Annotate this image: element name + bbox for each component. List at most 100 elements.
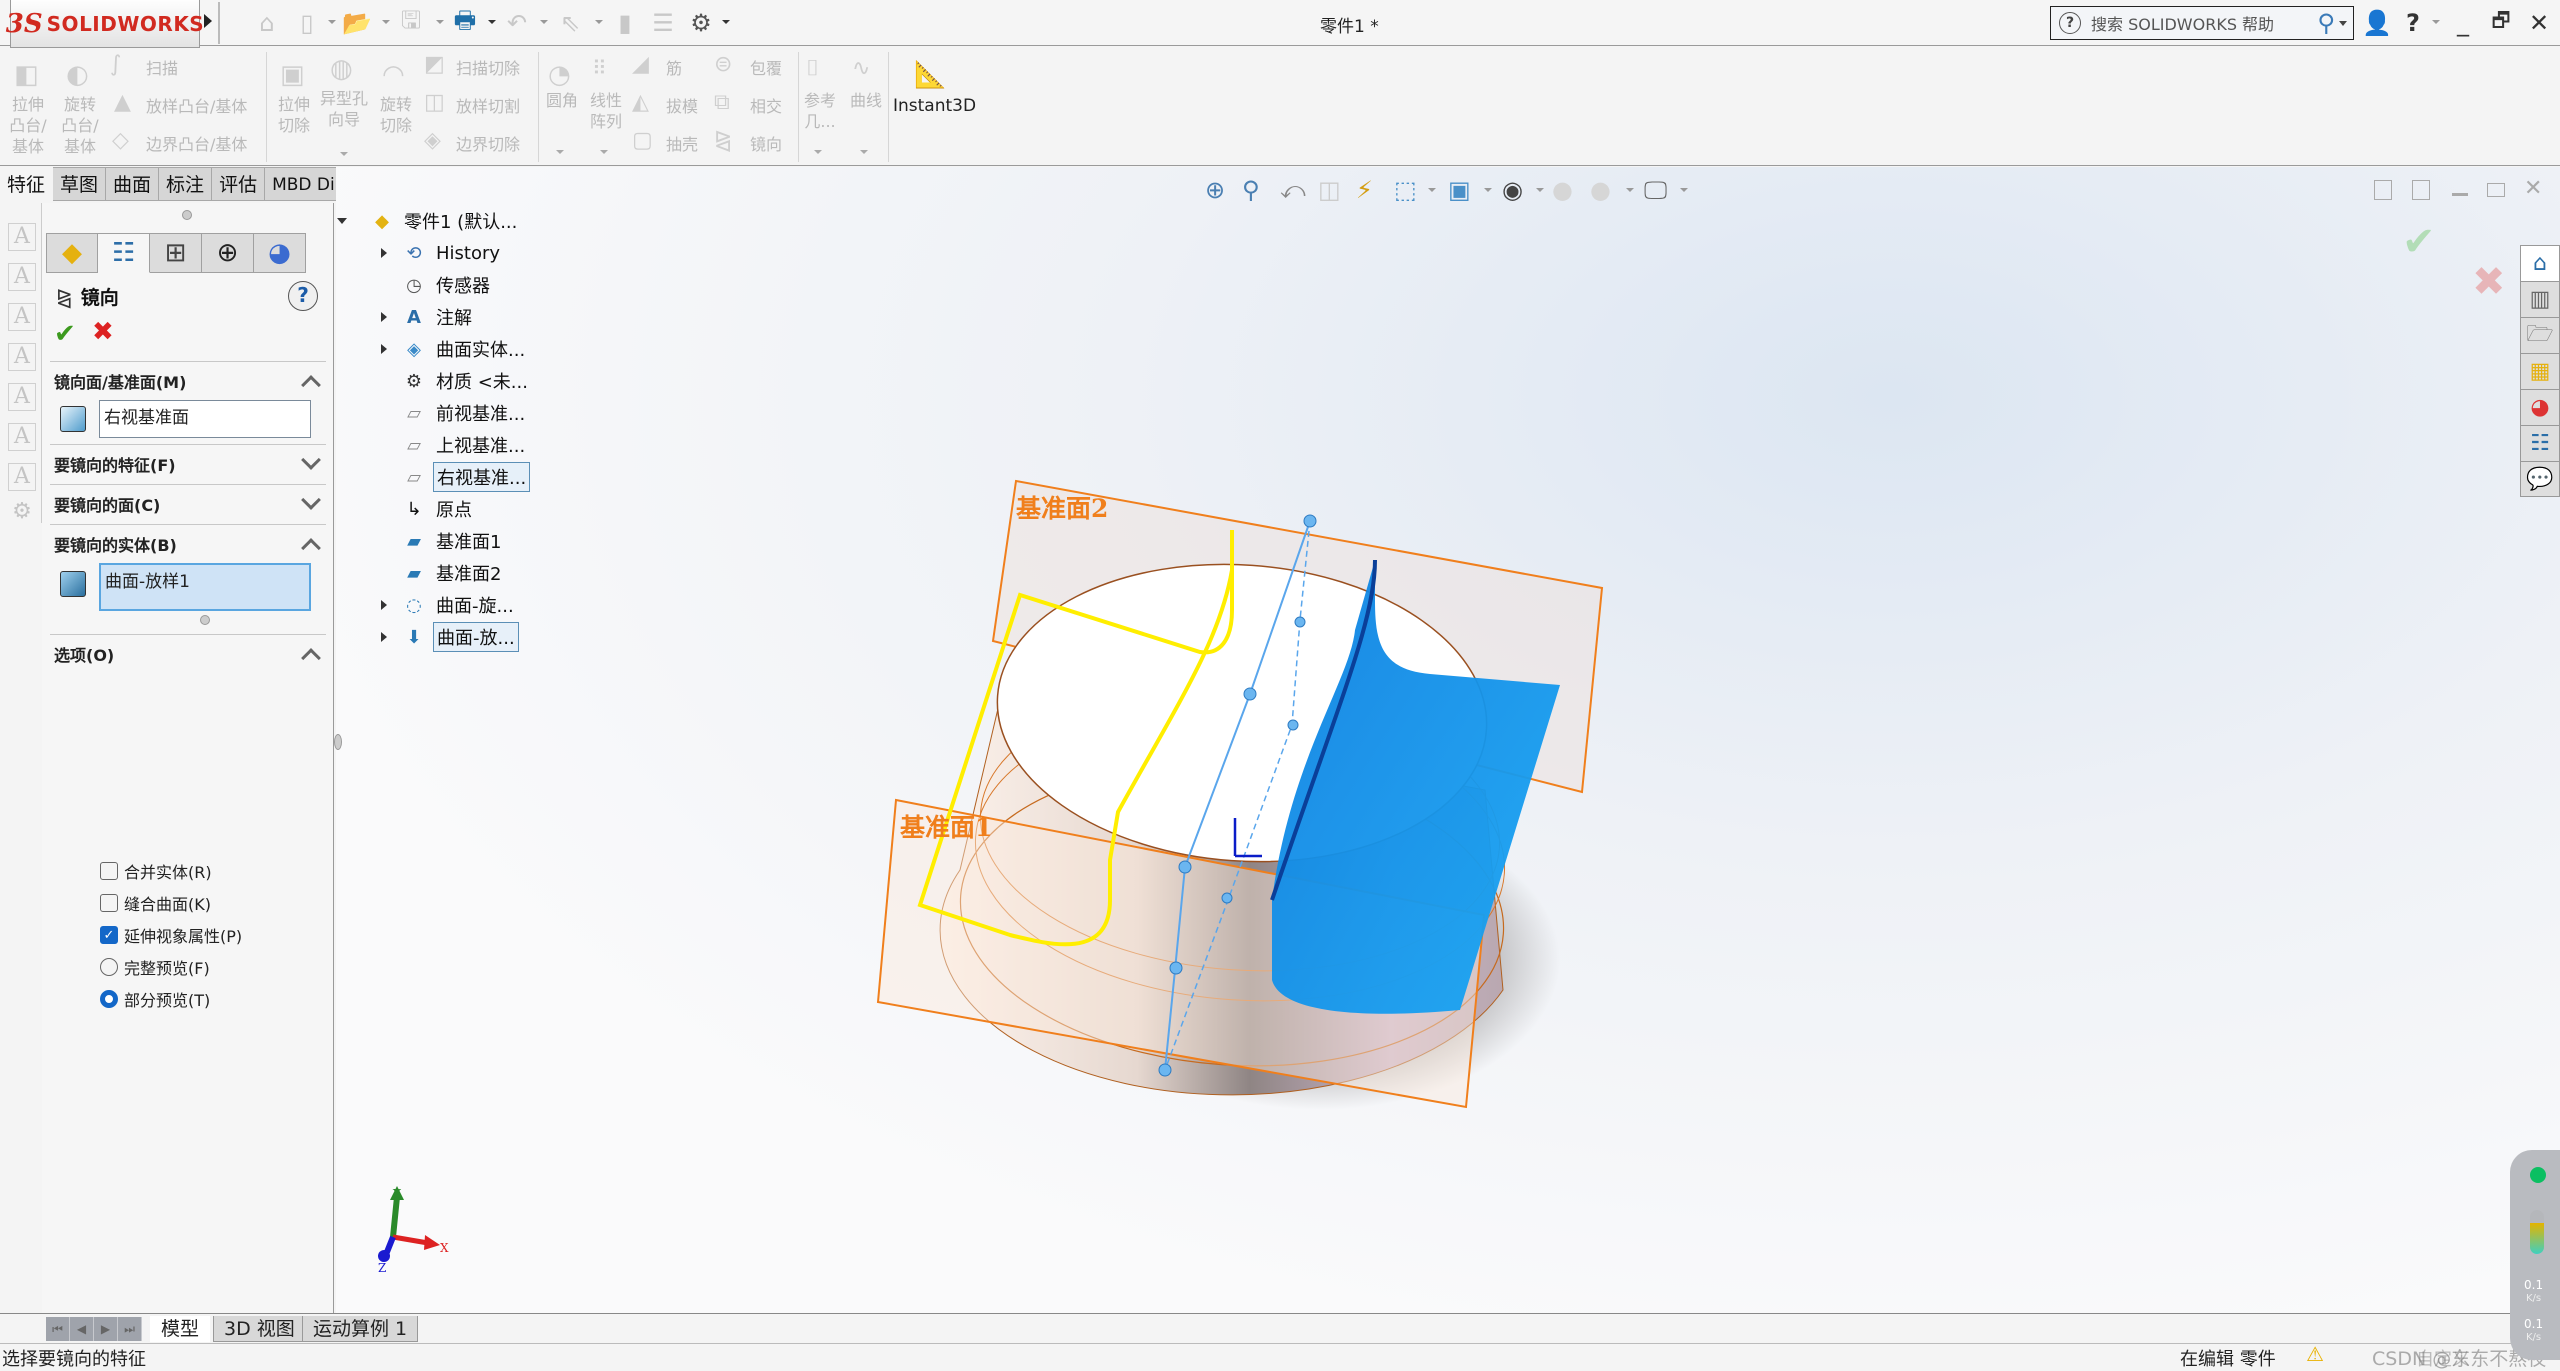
mirror-button[interactable]: 镜向 — [750, 134, 782, 155]
wrap-button[interactable]: 包覆 — [750, 58, 782, 79]
checkbox-box[interactable] — [100, 862, 118, 880]
tree-item-right-plane[interactable]: ▱ 右视基准... — [345, 462, 531, 492]
solidworks-logo-button[interactable]: 3S SOLIDWORKS — [6, 0, 204, 48]
fillet-dropdown-arrow[interactable] — [556, 150, 564, 154]
home-icon[interactable]: ⌂ — [252, 8, 282, 38]
expand-arrow-icon[interactable] — [381, 632, 387, 642]
tree-item-part[interactable]: ◆ 零件1 (默认... — [337, 207, 520, 235]
display-style-icon[interactable]: ▣ — [1448, 176, 1471, 204]
extrude-cut-button[interactable]: 拉伸 切除 — [274, 94, 314, 136]
tree-item-history[interactable]: ⟲ History — [345, 239, 503, 267]
list-resize-handle[interactable] — [200, 615, 210, 625]
tree-item-plane1[interactable]: ▰ 基准面1 — [345, 527, 504, 555]
chevron-up-icon[interactable] — [301, 538, 321, 558]
display-manager-icon[interactable]: ◕ — [254, 233, 306, 273]
view-settings-icon[interactable]: 🖵 — [1644, 176, 1667, 204]
propagate-visual-properties-checkbox[interactable]: ✓ 延伸视象属性(P) — [100, 923, 242, 947]
loft-cut-button[interactable]: 放样切割 — [456, 96, 520, 117]
search-input[interactable]: 搜索 SOLIDWORKS 帮助 — [2091, 11, 2317, 35]
tree-item-annotations[interactable]: A 注解 — [345, 303, 475, 331]
new-document-icon[interactable]: ▯ — [292, 8, 322, 38]
panel-grip-handle[interactable] — [182, 210, 192, 220]
tab-model[interactable]: 模型 — [150, 1316, 211, 1342]
reference-geometry-dropdown-arrow[interactable] — [814, 150, 822, 154]
ok-button[interactable]: ✔ — [54, 319, 76, 349]
bodies-group-header[interactable]: 要镜向的实体(B) — [50, 525, 326, 563]
merge-bodies-checkbox[interactable]: 合并实体(R) — [100, 859, 212, 883]
extrude-boss-button[interactable]: 拉伸 凸台/ 基体 — [8, 94, 48, 157]
user-account-icon[interactable]: 👤 — [2362, 4, 2392, 42]
tab-sketch[interactable]: 草图 — [53, 167, 107, 201]
tab-markup[interactable]: 标注 — [159, 167, 213, 201]
help-button[interactable]: ? — [288, 281, 318, 311]
tree-item-material[interactable]: ⚙ 材质 <未... — [345, 367, 531, 395]
minimize-button[interactable]: _ — [2448, 4, 2478, 42]
next-tab-button[interactable]: ▶ — [94, 1317, 118, 1341]
boundary-cut-button[interactable]: 边界切除 — [456, 134, 520, 155]
file-explorer-icon[interactable]: 🗁 — [2520, 317, 2560, 353]
propertymanager-icon[interactable]: ☷ — [98, 233, 150, 273]
tree-item-surface-loft[interactable]: ⬇ 曲面-放... — [345, 622, 519, 652]
tab-features[interactable]: 特征 — [0, 167, 54, 201]
network-monitor-widget[interactable]: 0.1 K/s 0.1 K/s — [2510, 1150, 2560, 1360]
print-icon[interactable]: 🖶 — [450, 6, 480, 38]
tile-right-icon[interactable] — [2412, 180, 2430, 200]
bodies-to-mirror-field[interactable]: 曲面-放样1 — [99, 563, 311, 611]
hide-show-icon[interactable]: ◉ — [1502, 176, 1523, 204]
open-dropdown-arrow[interactable] — [382, 20, 390, 24]
smart-dimension-icon[interactable]: A — [8, 223, 36, 251]
save-icon[interactable]: 🖫 — [396, 6, 426, 38]
zoom-to-fit-icon[interactable]: ⊕ — [1205, 176, 1225, 204]
note-toggle-icon[interactable]: A — [8, 383, 36, 411]
note-link-icon[interactable]: A — [8, 303, 36, 331]
linear-pattern-dropdown-arrow[interactable] — [600, 150, 608, 154]
select-icon[interactable]: ⇖ — [555, 8, 585, 38]
shell-button[interactable]: 抽壳 — [666, 134, 698, 155]
undo-dropdown-arrow[interactable] — [540, 20, 548, 24]
forum-icon[interactable]: 💬 — [2520, 461, 2560, 497]
view-settings-dropdown-arrow[interactable] — [1680, 188, 1688, 192]
expand-arrow-icon[interactable] — [381, 344, 387, 354]
hole-wizard-dropdown-arrow[interactable] — [340, 152, 348, 156]
checkbox-box[interactable] — [100, 894, 118, 912]
file-properties-icon[interactable]: ☰ — [648, 8, 678, 38]
partial-preview-radio[interactable]: 部分预览(T) — [100, 987, 210, 1011]
tree-item-origin[interactable]: ↳ 原点 — [345, 495, 475, 523]
help-search-box[interactable]: ? 搜索 SOLIDWORKS 帮助 ⚲ — [2050, 6, 2354, 40]
note-edit-icon[interactable]: A — [8, 263, 36, 291]
mirror-plane-field[interactable]: 右视基准面 — [99, 400, 311, 438]
apply-scene-icon[interactable]: ● — [1590, 176, 1611, 204]
graphics-area[interactable]: 基准面2 基准面1 Y X Z ✔ ✖ — [336, 167, 2560, 1313]
undo-icon[interactable]: ↶ — [502, 8, 532, 38]
features-group-header[interactable]: 要镜向的特征(F) — [50, 445, 326, 483]
note-add-icon[interactable]: A — [8, 343, 36, 371]
display-style-dropdown-arrow[interactable] — [1484, 188, 1492, 192]
options-gear-icon[interactable]: ⚙ — [686, 8, 716, 38]
view-close-button[interactable]: ✕ — [2524, 176, 2542, 201]
expand-arrow-icon[interactable] — [381, 248, 387, 258]
apply-scene-dropdown-arrow[interactable] — [1626, 188, 1634, 192]
hide-show-dropdown-arrow[interactable] — [1536, 188, 1544, 192]
dynamic-annotation-icon[interactable]: ⚡ — [1356, 176, 1373, 204]
tab-motion-study-1[interactable]: 运动算例 1 — [302, 1316, 419, 1342]
menu-expander-arrow-icon[interactable] — [204, 14, 212, 28]
chevron-up-icon[interactable] — [301, 648, 321, 668]
dimxpert-icon[interactable]: ⊕ — [202, 233, 254, 273]
custom-properties-icon[interactable]: ☷ — [2520, 425, 2560, 461]
view-restore-button[interactable] — [2487, 183, 2505, 197]
model-view[interactable]: 基准面2 基准面1 Y X Z — [336, 167, 2560, 1313]
collapse-arrow-icon[interactable] — [337, 218, 347, 224]
confirm-ok-corner-icon[interactable]: ✔ — [2402, 219, 2436, 265]
tab-surfaces[interactable]: 曲面 — [106, 167, 160, 201]
help-button[interactable]: ? — [2400, 4, 2426, 42]
view-palette-icon[interactable]: ▦ — [2520, 353, 2560, 389]
revolve-boss-button[interactable]: 旋转 凸台/ 基体 — [60, 94, 100, 157]
tile-left-icon[interactable] — [2374, 180, 2392, 200]
instant3d-button[interactable]: Instant3D — [893, 96, 976, 116]
save-dropdown-arrow[interactable] — [436, 20, 444, 24]
tree-item-top-plane[interactable]: ▱ 上视基准... — [345, 431, 528, 459]
zoom-to-area-icon[interactable]: ⚲ — [1242, 176, 1260, 204]
first-tab-button[interactable]: ⏮ — [46, 1317, 70, 1341]
boundary-boss-button[interactable]: 边界凸台/基体 — [146, 134, 247, 155]
panel-collapse-handle[interactable] — [334, 734, 342, 750]
